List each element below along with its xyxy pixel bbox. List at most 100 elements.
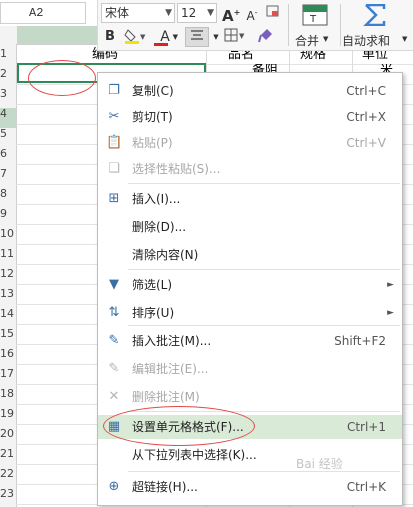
menu-item-shortcut: Shift+F2 [334, 334, 386, 348]
chevron-down-icon: ▼ [323, 35, 329, 43]
row-number[interactable]: 17 [0, 364, 14, 384]
merge-cells-icon: T [302, 4, 328, 26]
menu-item[interactable]: 删除(D)... [98, 215, 402, 239]
menu-item[interactable]: ⊕ 超链接(H)... Ctrl+K [98, 475, 402, 499]
row-number[interactable]: 18 [0, 384, 14, 404]
menu-item-label: 超链接(H)... [132, 480, 198, 494]
menu-separator [128, 269, 400, 270]
chevron-down-icon: ▼ [165, 8, 172, 18]
autosum-button[interactable]: 自动求和 ▼ [342, 0, 412, 50]
menu-separator [128, 471, 400, 472]
menu-item-shortcut: Ctrl+K [346, 480, 386, 494]
row-number[interactable]: 1 [0, 44, 12, 64]
menu-item[interactable]: ❐ 复制(C) Ctrl+C [98, 79, 402, 103]
menu-item-label: 插入批注(M)... [132, 334, 212, 348]
row-number[interactable]: 14 [0, 304, 14, 324]
hyperlink-icon: ⊕ [108, 479, 120, 494]
home-toolbar: 宋体 ▼ 12 ▼ A+ A- B ▼ A ▼ ▼ ▼ T 合并 ▼ 自动求和 ▼ [97, 0, 413, 51]
chevron-right-icon: ► [387, 308, 394, 318]
autosum-label: 自动求和 [342, 34, 391, 48]
watermark: Bai 经验 [296, 457, 343, 471]
borders-button[interactable]: ▼ [222, 27, 248, 47]
row2-cell-partial[interactable]: 备阻 [252, 64, 278, 72]
row-number[interactable]: 20 [0, 424, 14, 444]
font-size-select[interactable]: 12 ▼ [177, 3, 217, 23]
menu-item-label: 插入(I)... [132, 192, 181, 206]
menu-item-label: 编辑批注(E)... [132, 362, 209, 376]
menu-item: ✕ 删除批注(M) [98, 385, 402, 409]
menu-item-shortcut: Ctrl+C [346, 84, 386, 98]
font-size-value: 12 [181, 6, 197, 20]
font-color-button[interactable]: A ▼ [152, 27, 178, 47]
chevron-down-icon[interactable]: ▼ [212, 27, 220, 47]
row-number[interactable]: 11 [0, 244, 14, 264]
align-center-button[interactable] [185, 27, 209, 47]
menu-item[interactable]: 清除内容(N) [98, 243, 402, 267]
row-number[interactable]: 2 [0, 64, 12, 84]
filter-icon: ▼ [109, 277, 119, 292]
sort-icon: ⇅ [108, 305, 120, 320]
merge-center-button[interactable]: T 合并 ▼ [293, 0, 337, 50]
row-number[interactable]: 6 [0, 144, 12, 164]
insert-icon: ⊞ [108, 191, 120, 206]
font-name-select[interactable]: 宋体 ▼ [101, 3, 175, 23]
toolbar-divider [340, 4, 341, 46]
row-number[interactable]: 10 [0, 224, 14, 244]
paste-icon: 📋 [106, 135, 123, 150]
menu-item-label: 删除(D)... [132, 220, 187, 234]
svg-text:T: T [309, 14, 317, 25]
row-number[interactable]: 7 [0, 164, 12, 184]
menu-item[interactable]: ⊞ 插入(I)... [98, 187, 402, 211]
eraser-icon [266, 5, 279, 17]
row-number[interactable]: 5 [0, 124, 12, 144]
row-number[interactable]: 23 [0, 484, 14, 504]
svg-text:▼: ▼ [140, 33, 146, 41]
menu-item-label: 粘贴(P) [132, 136, 173, 150]
menu-item[interactable]: 从下拉列表中选择(K)... [98, 443, 402, 467]
comment-add-icon: ✎ [108, 333, 120, 348]
row-number[interactable]: 4 [0, 104, 12, 124]
row-number[interactable]: 9 [0, 204, 12, 224]
menu-item-label: 排序(U) [132, 306, 175, 320]
svg-text:▼: ▼ [239, 32, 245, 40]
format-painter-button[interactable] [256, 27, 276, 47]
clear-format-button[interactable] [264, 3, 282, 23]
shrink-font-button[interactable]: A- [243, 3, 261, 23]
font-name-value: 宋体 [105, 6, 130, 20]
chevron-down-icon: ▼ [172, 33, 178, 41]
chevron-right-icon: ► [387, 280, 394, 290]
grow-font-button[interactable]: A+ [222, 3, 240, 25]
cut-icon: ✂ [108, 109, 120, 124]
row-number[interactable]: 19 [0, 404, 14, 424]
row2-cell-partial-unit[interactable]: 米 [380, 64, 393, 72]
borders-icon: ▼ [224, 28, 245, 42]
name-box[interactable]: A2 [0, 2, 86, 24]
row-number[interactable]: 3 [0, 84, 12, 104]
row-number[interactable]: 15 [0, 324, 14, 344]
menu-item: 📋 粘贴(P) Ctrl+V [98, 131, 402, 155]
menu-item: ❏ 选择性粘贴(S)... [98, 157, 402, 181]
annotation-circle-format-cells [103, 406, 255, 446]
bold-button[interactable]: B [101, 27, 119, 47]
comment-delete-icon: ✕ [108, 389, 120, 404]
row-number[interactable]: 21 [0, 444, 14, 464]
menu-item[interactable]: ✂ 剪切(T) Ctrl+X [98, 105, 402, 129]
menu-separator [128, 183, 400, 184]
row-number[interactable]: 8 [0, 184, 12, 204]
row-number[interactable]: 16 [0, 344, 14, 364]
row-number[interactable]: 12 [0, 264, 14, 284]
comment-edit-icon: ✎ [108, 361, 120, 376]
fill-color-button[interactable]: ▼ [122, 27, 148, 47]
font-color-swatch [154, 43, 168, 46]
row-number[interactable]: 22 [0, 464, 14, 484]
row-number[interactable]: 13 [0, 284, 14, 304]
menu-item-label: 复制(C) [132, 84, 174, 98]
menu-item: ✎ 编辑批注(E)... [98, 357, 402, 381]
row-header: 1 2 3 4 5 6 7 8 9 10 11 12 13 14 15 16 17 18 19 20 21 22 23 [0, 44, 17, 507]
chevron-down-icon: ▼ [402, 35, 408, 43]
menu-item[interactable]: ✎ 插入批注(M)... Shift+F2 [98, 329, 402, 353]
menu-item[interactable]: ▼ 筛选(L) ► [98, 273, 402, 297]
menu-item[interactable]: ⇅ 排序(U) ► [98, 301, 402, 325]
paste-special-icon: ❏ [108, 161, 120, 176]
format-painter-icon [258, 29, 272, 43]
